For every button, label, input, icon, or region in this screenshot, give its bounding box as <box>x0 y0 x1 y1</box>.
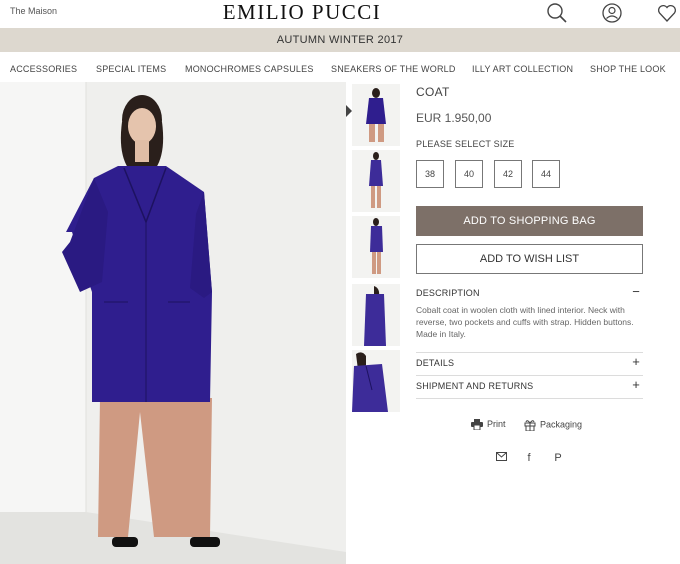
shipment-returns-title: SHIPMENT AND RETURNS <box>416 381 534 391</box>
season-banner[interactable]: AUTUMN WINTER 2017 <box>0 28 680 52</box>
divider <box>416 398 643 399</box>
divider <box>416 375 643 376</box>
shipment-returns-toggle[interactable]: SHIPMENT AND RETURNS + <box>416 377 640 395</box>
brand-logo[interactable]: EMILIO PUCCI <box>0 0 604 25</box>
packaging-button[interactable]: Packaging <box>524 419 583 432</box>
thumbnail-detail-view[interactable] <box>352 350 400 412</box>
add-to-wish-list-button[interactable]: ADD TO WISH LIST <box>416 244 643 274</box>
details-title: DETAILS <box>416 358 455 368</box>
nav-item-shop-the-look[interactable]: SHOP THE LOOK <box>590 64 666 74</box>
main-product-image[interactable] <box>0 82 346 564</box>
nav-item-monochromes-capsules[interactable]: MONOCHROMES CAPSULES <box>185 64 314 74</box>
size-select-label: PLEASE SELECT SIZE <box>416 139 515 149</box>
size-option-40[interactable]: 40 <box>455 160 483 188</box>
description-title: DESCRIPTION <box>416 288 480 298</box>
gift-icon <box>524 420 536 432</box>
nav-item-special-items[interactable]: SPECIAL ITEMS <box>96 64 166 74</box>
wishlist-heart-icon[interactable] <box>656 2 678 24</box>
thumbnail-side-view[interactable] <box>352 216 400 278</box>
printer-icon <box>471 419 483 431</box>
product-title: COAT <box>416 85 450 99</box>
divider <box>416 352 643 353</box>
account-icon[interactable] <box>601 2 623 24</box>
nav-item-accessories[interactable]: ACCESSORIES <box>10 64 77 74</box>
size-option-44[interactable]: 44 <box>532 160 560 188</box>
details-toggle[interactable]: DETAILS + <box>416 354 640 372</box>
nav-item-sneakers-of-the-world[interactable]: SNEAKERS OF THE WORLD <box>331 64 456 74</box>
thumbnail-front-view[interactable] <box>352 84 400 146</box>
thumbnail-back-view[interactable] <box>352 284 400 346</box>
packaging-label: Packaging <box>540 419 583 430</box>
collapse-icon: − <box>632 284 640 299</box>
nav-item-illy-art-collection[interactable]: ILLY ART COLLECTION <box>472 64 573 74</box>
pinterest-icon[interactable]: P <box>551 452 565 466</box>
size-option-38[interactable]: 38 <box>416 160 444 188</box>
thumbnail-full-length-view[interactable] <box>352 150 400 212</box>
facebook-icon[interactable]: f <box>522 452 536 466</box>
expand-icon: + <box>632 377 640 392</box>
top-header: The Maison EMILIO PUCCI <box>0 0 680 28</box>
product-price: EUR 1.950,00 <box>416 111 492 125</box>
add-to-shopping-bag-button[interactable]: ADD TO SHOPPING BAG <box>416 206 643 236</box>
search-icon[interactable] <box>546 2 568 24</box>
print-button[interactable]: Print <box>471 419 506 431</box>
print-label: Print <box>487 419 506 429</box>
main-navigation: ACCESSORIES SPECIAL ITEMS MONOCHROMES CA… <box>0 64 680 78</box>
description-text: Cobalt coat in woolen cloth with lined i… <box>416 305 634 339</box>
email-icon[interactable] <box>494 452 508 466</box>
size-option-42[interactable]: 42 <box>494 160 522 188</box>
description-toggle[interactable]: DESCRIPTION − <box>416 284 640 302</box>
expand-icon: + <box>632 354 640 369</box>
